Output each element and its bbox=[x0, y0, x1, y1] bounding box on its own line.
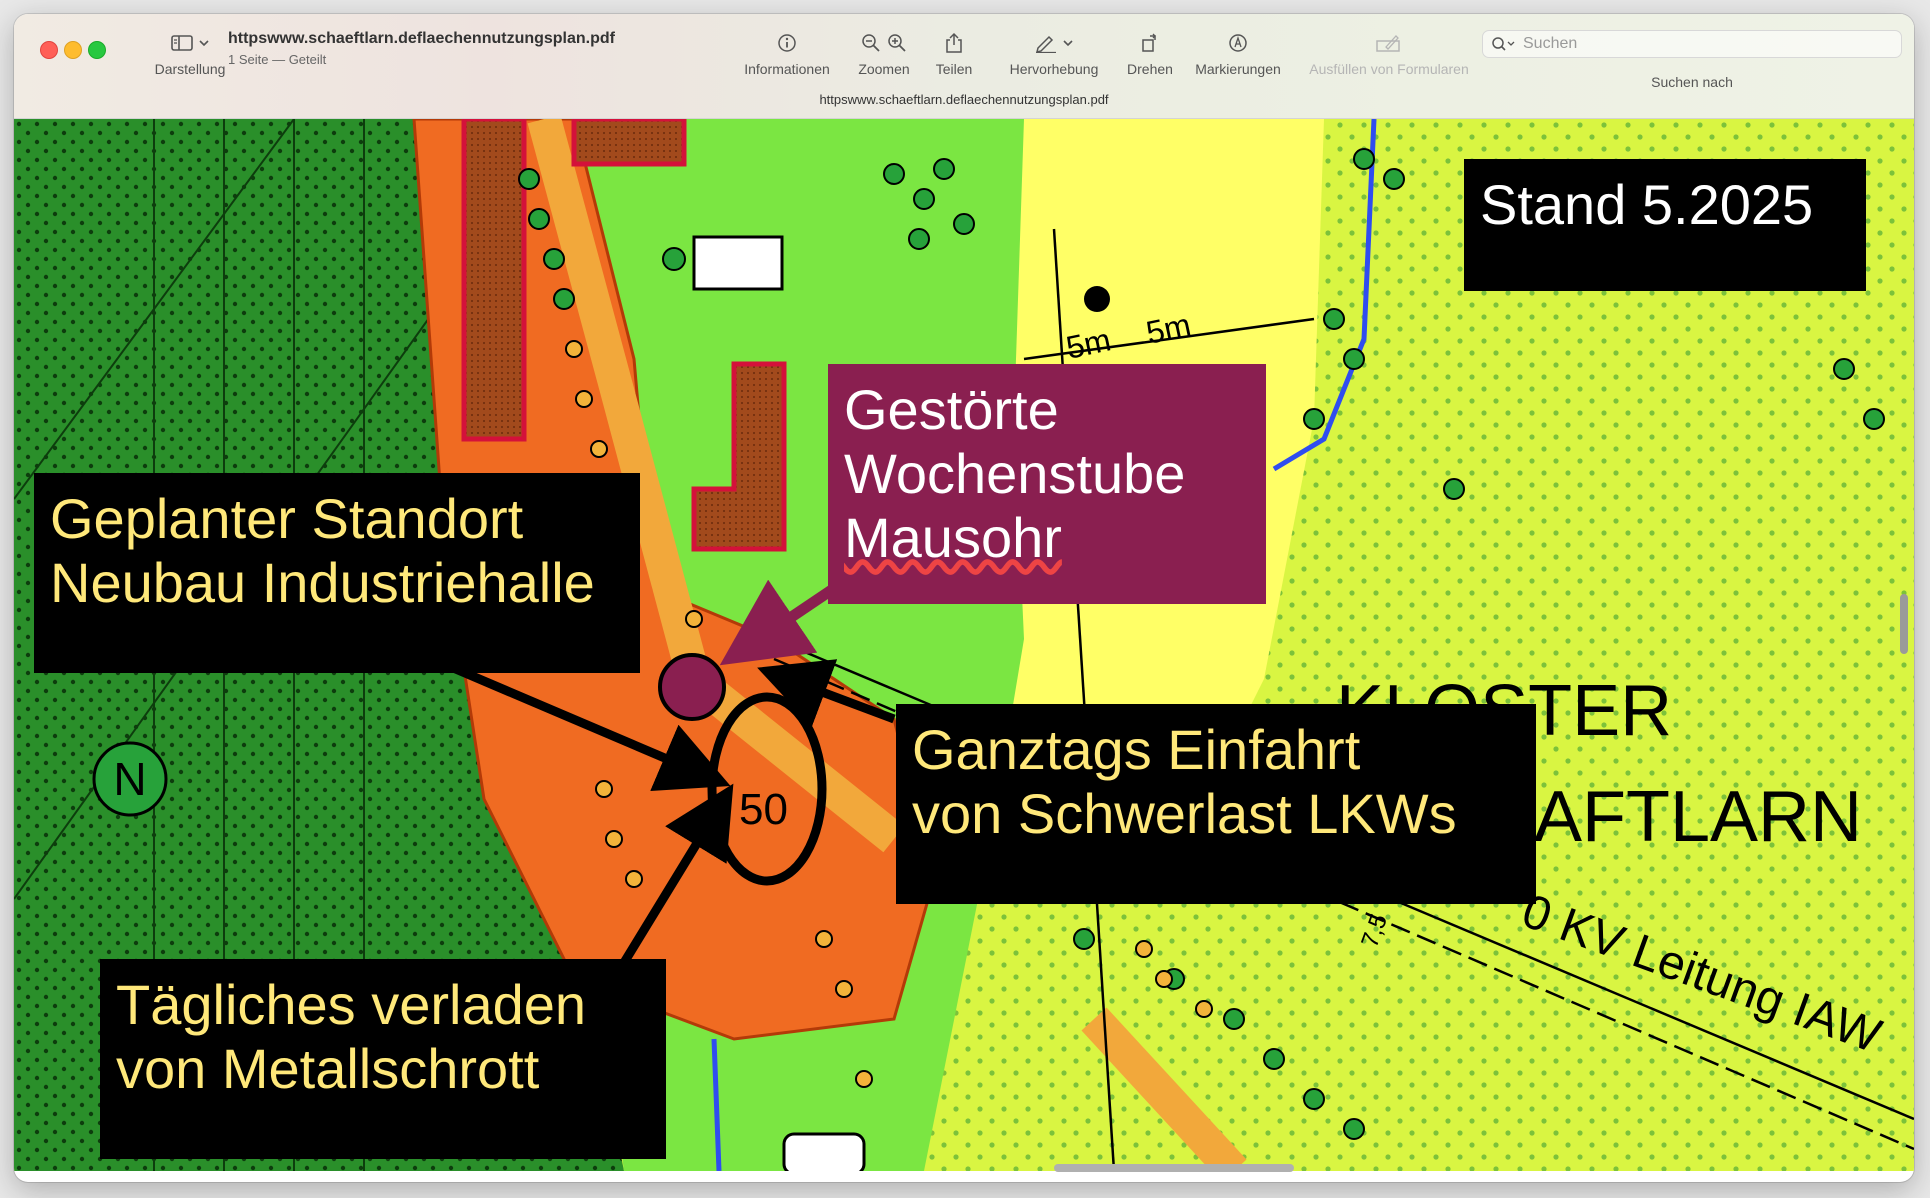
markup-icon bbox=[1229, 34, 1247, 52]
annotation-wochenstube-line: Mausohr bbox=[844, 506, 1062, 569]
building bbox=[571, 119, 687, 167]
north-letter: N bbox=[113, 753, 146, 805]
map-label-schaeftlarn: AFTLARN bbox=[1534, 777, 1862, 857]
pen-icon bbox=[1035, 35, 1056, 53]
markup-button[interactable]: Markierungen bbox=[1180, 30, 1296, 77]
annotation-wochenstube-line: Gestörte bbox=[844, 378, 1059, 441]
search-icon bbox=[1492, 37, 1515, 51]
search-input[interactable] bbox=[1521, 34, 1885, 54]
document-title[interactable]: httpswww.schaeftlarn.deflaechennutzungsp… bbox=[228, 30, 615, 48]
annotation-standort-line: Neubau Industriehalle bbox=[50, 551, 595, 614]
fill-forms-button[interactable]: Ausfüllen von Formularen bbox=[1290, 30, 1488, 77]
zoom-button[interactable]: Zoomen bbox=[844, 30, 924, 77]
document-subtitle: 1 Seite — Geteilt bbox=[228, 52, 327, 67]
fill-forms-label: Ausfüllen von Formularen bbox=[1309, 61, 1469, 77]
info-label: Informationen bbox=[744, 61, 830, 77]
annotation-wochenstube-line: Wochenstube bbox=[844, 442, 1186, 505]
annotation-standort: Geplanter Standort Neubau Industriehalle bbox=[34, 473, 640, 673]
maximize-window-button[interactable] bbox=[88, 41, 106, 59]
stand-text: Stand 5.2025 bbox=[1480, 173, 1814, 236]
mast-marker bbox=[1084, 286, 1110, 312]
annotation-verladen-line: von Metallschrott bbox=[116, 1037, 540, 1100]
share-button[interactable]: Teilen bbox=[914, 30, 994, 77]
sidebar-icon bbox=[171, 35, 193, 51]
bat-roost-marker bbox=[658, 653, 726, 721]
preview-window: Darstellung httpswww.schaeftlarn.deflaec… bbox=[14, 14, 1914, 1182]
stand-label: Stand 5.2025 bbox=[1464, 159, 1866, 291]
zoom-in-icon bbox=[888, 34, 906, 52]
minimize-window-button[interactable] bbox=[64, 41, 82, 59]
annotation-standort-line: Geplanter Standort bbox=[50, 487, 524, 550]
highlight-label: Hervorhebung bbox=[1009, 61, 1099, 77]
document-center-title: httpswww.schaeftlarn.deflaechennutzungsp… bbox=[819, 92, 1109, 107]
markup-label: Markierungen bbox=[1195, 61, 1281, 77]
highlight-button[interactable]: Hervorhebung bbox=[994, 30, 1114, 77]
info-button[interactable]: Informationen bbox=[724, 30, 850, 77]
search-label: Suchen nach bbox=[1651, 74, 1733, 90]
annotation-einfahrt-line: Ganztags Einfahrt bbox=[912, 718, 1361, 781]
share-label: Teilen bbox=[935, 61, 973, 77]
vertical-scrollbar[interactable] bbox=[1900, 594, 1908, 654]
search-field[interactable] bbox=[1482, 30, 1902, 58]
chevron-down-icon bbox=[1063, 40, 1073, 47]
annotation-verladen: Tägliches verladen von Metallschrott bbox=[100, 959, 666, 1159]
map-symbol-box bbox=[782, 1132, 866, 1171]
map-label-50: 50 bbox=[739, 785, 788, 834]
zoom-out-icon bbox=[862, 34, 880, 52]
rotate-icon bbox=[1142, 33, 1156, 52]
rotate-button[interactable]: Drehen bbox=[1110, 30, 1190, 77]
chevron-down-icon bbox=[199, 40, 209, 47]
pdf-page[interactable]: N 5m 5m KLOSTER AFTLARN 0 KV Leitung IAW… bbox=[14, 119, 1914, 1171]
horizontal-scrollbar[interactable] bbox=[1054, 1164, 1294, 1172]
toolbar: Darstellung httpswww.schaeftlarn.deflaec… bbox=[14, 14, 1914, 119]
building bbox=[461, 119, 527, 442]
annotation-verladen-line: Tägliches verladen bbox=[116, 973, 587, 1036]
share-icon bbox=[946, 32, 962, 53]
zoom-label: Zoomen bbox=[858, 61, 910, 77]
form-icon bbox=[1376, 35, 1400, 52]
annotation-wochenstube: Gestörte Wochenstube Mausohr bbox=[828, 364, 1266, 604]
map-symbol-box bbox=[692, 235, 784, 291]
annotation-einfahrt-line: von Schwerlast LKWs bbox=[912, 782, 1457, 845]
annotation-einfahrt: Ganztags Einfahrt von Schwerlast LKWs bbox=[896, 704, 1536, 904]
info-icon bbox=[778, 34, 796, 52]
close-window-button[interactable] bbox=[40, 41, 58, 59]
rotate-label: Drehen bbox=[1127, 61, 1173, 77]
